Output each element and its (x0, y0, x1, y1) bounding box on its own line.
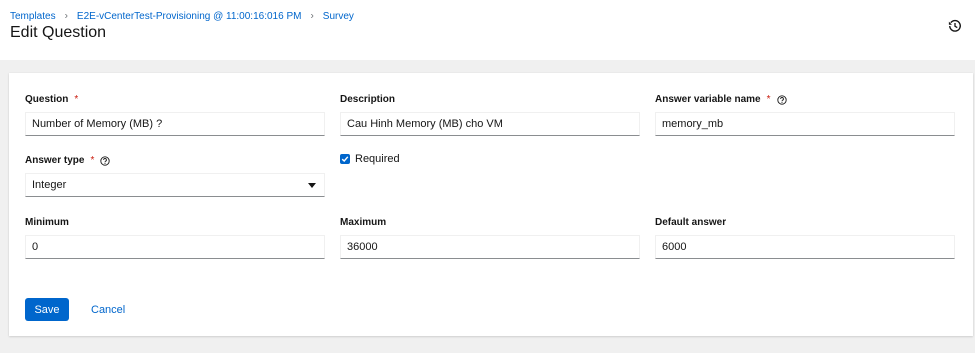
breadcrumb: Templates › E2E-vCenterTest-Provisioning… (10, 10, 354, 23)
minimum-label-row: Minimum (25, 217, 325, 228)
page-title: Edit Question (10, 24, 107, 41)
chevron-right-icon: › (64, 10, 68, 22)
maximum-input[interactable]: 36000 (340, 235, 640, 259)
required-mark: * (90, 155, 95, 166)
help-icon[interactable] (100, 155, 111, 166)
required-checkbox[interactable] (340, 154, 350, 164)
default-answer-label-row: Default answer (655, 217, 955, 228)
minimum-label: Minimum (25, 217, 69, 228)
required-mark: * (766, 94, 771, 105)
description-input[interactable]: Cau Hinh Memory (MB) cho VM (340, 112, 640, 136)
answer-type-field: Answer type * Integer (25, 155, 325, 197)
minimum-field: Minimum 0 (25, 217, 325, 259)
description-label: Description (340, 94, 396, 105)
breadcrumb-survey[interactable]: Survey (323, 11, 354, 22)
caret-down-icon (308, 182, 316, 188)
variable-label: Answer variable name (655, 94, 761, 105)
breadcrumb-templates[interactable]: Templates (10, 11, 56, 22)
variable-field: Answer variable name * memory_mb (655, 94, 955, 136)
answer-type-label-row: Answer type * (25, 155, 325, 166)
default-answer-label: Default answer (655, 217, 727, 228)
default-answer-input[interactable]: 6000 (655, 235, 955, 259)
history-icon[interactable] (948, 19, 962, 33)
page-header: Templates › E2E-vCenterTest-Provisioning… (0, 0, 975, 60)
help-icon[interactable] (776, 94, 787, 105)
required-mark: * (74, 94, 79, 105)
cancel-button[interactable]: Cancel (91, 298, 125, 321)
maximum-label: Maximum (340, 217, 387, 228)
save-button[interactable]: Save (25, 298, 69, 321)
question-field: Question * Number of Memory (MB) ? (25, 94, 325, 136)
variable-label-row: Answer variable name * (655, 94, 955, 105)
question-label-row: Question * (25, 94, 325, 105)
description-field: Description Cau Hinh Memory (MB) cho VM (340, 94, 640, 136)
required-field: Required (340, 153, 400, 165)
chevron-right-icon: › (310, 10, 314, 22)
maximum-field: Maximum 36000 (340, 217, 640, 259)
minimum-input[interactable]: 0 (25, 235, 325, 259)
breadcrumb-template-name[interactable]: E2E-vCenterTest-Provisioning @ 11:00:16:… (77, 11, 302, 22)
answer-type-label: Answer type (25, 155, 85, 166)
required-label: Required (355, 153, 400, 165)
question-input[interactable]: Number of Memory (MB) ? (25, 112, 325, 136)
required-checkbox-row[interactable]: Required (340, 153, 400, 165)
default-answer-field: Default answer 6000 (655, 217, 955, 259)
question-label: Question (25, 94, 69, 105)
edit-question-form: Question * Number of Memory (MB) ? Descr… (9, 73, 973, 336)
variable-input[interactable]: memory_mb (655, 112, 955, 136)
maximum-label-row: Maximum (340, 217, 640, 228)
answer-type-select[interactable]: Integer (25, 173, 325, 197)
description-label-row: Description (340, 94, 640, 105)
answer-type-value: Integer (32, 179, 67, 191)
